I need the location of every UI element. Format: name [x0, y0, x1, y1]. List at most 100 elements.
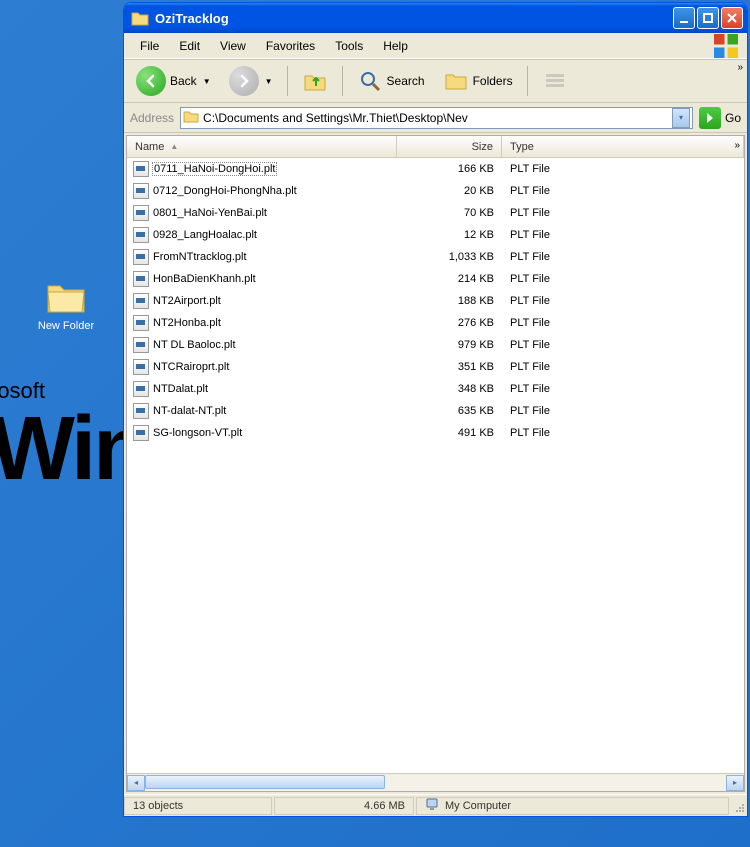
- file-icon: [133, 161, 149, 177]
- file-name: NT2Honba.plt: [153, 317, 221, 329]
- file-type: PLT File: [502, 317, 744, 329]
- column-header-size[interactable]: Size: [397, 136, 502, 157]
- close-button[interactable]: [721, 7, 743, 29]
- file-name-cell: 0801_HaNoi-YenBai.plt: [127, 205, 397, 221]
- file-row[interactable]: 0928_LangHoalac.plt12 KBPLT File: [127, 224, 744, 246]
- file-icon: [133, 271, 149, 287]
- forward-button[interactable]: ▼: [223, 62, 279, 100]
- file-type: PLT File: [502, 361, 744, 373]
- column-header-type[interactable]: Type: [502, 136, 744, 157]
- file-row[interactable]: FromNTtracklog.plt1,033 KBPLT File: [127, 246, 744, 268]
- file-icon: [133, 381, 149, 397]
- file-name-cell: NT2Airport.plt: [127, 293, 397, 309]
- status-bar: 13 objects 4.66 MB My Computer: [124, 794, 747, 816]
- file-type: PLT File: [502, 229, 744, 241]
- file-size: 214 KB: [397, 273, 502, 285]
- explorer-window: OziTracklog File Edit View Favorites Too…: [123, 2, 748, 817]
- menu-view[interactable]: View: [210, 36, 256, 56]
- go-label: Go: [725, 111, 741, 125]
- window-title: OziTracklog: [155, 11, 673, 26]
- file-type: PLT File: [502, 427, 744, 439]
- up-button[interactable]: [296, 64, 334, 98]
- menu-help[interactable]: Help: [373, 36, 418, 56]
- file-name-cell: 0712_DongHoi-PhongNha.plt: [127, 183, 397, 199]
- address-path: C:\Documents and Settings\Mr.Thiet\Deskt…: [203, 111, 668, 125]
- file-size: 20 KB: [397, 185, 502, 197]
- toolbar-separator: [342, 66, 343, 96]
- windows-flag-icon: [711, 35, 741, 57]
- menu-favorites[interactable]: Favorites: [256, 36, 325, 56]
- file-name-cell: NTCRairoprt.plt: [127, 359, 397, 375]
- file-list: Name ▲ Size Type » 0711_HaNoi-DongHoi.pl…: [126, 135, 745, 792]
- file-icon: [133, 359, 149, 375]
- horizontal-scrollbar[interactable]: ◂ ▸: [127, 773, 744, 791]
- file-type: PLT File: [502, 295, 744, 307]
- file-name: 0928_LangHoalac.plt: [153, 229, 257, 241]
- file-size: 979 KB: [397, 339, 502, 351]
- column-header-name[interactable]: Name ▲: [127, 136, 397, 157]
- file-name: FromNTtracklog.plt: [153, 251, 247, 263]
- status-objects: 13 objects: [124, 797, 272, 815]
- back-label: Back: [170, 74, 197, 88]
- file-size: 635 KB: [397, 405, 502, 417]
- back-button[interactable]: Back ▼: [130, 62, 217, 100]
- file-type: PLT File: [502, 383, 744, 395]
- file-row[interactable]: HonBaDienKhanh.plt214 KBPLT File: [127, 268, 744, 290]
- file-row[interactable]: 0712_DongHoi-PhongNha.plt 20 KBPLT File: [127, 180, 744, 202]
- file-row[interactable]: 0711_HaNoi-DongHoi.plt166 KBPLT File: [127, 158, 744, 180]
- file-name: 0712_DongHoi-PhongNha.plt: [153, 185, 297, 197]
- desktop-icon-new-folder[interactable]: New Folder: [26, 280, 106, 332]
- views-button[interactable]: [536, 64, 574, 98]
- file-icon: [133, 315, 149, 331]
- title-bar[interactable]: OziTracklog: [124, 3, 747, 33]
- scroll-thumb[interactable]: [145, 775, 385, 789]
- file-type: PLT File: [502, 185, 744, 197]
- views-icon: [542, 68, 568, 94]
- file-row[interactable]: NT-dalat-NT.plt635 KBPLT File: [127, 400, 744, 422]
- file-type: PLT File: [502, 207, 744, 219]
- menu-file[interactable]: File: [130, 36, 169, 56]
- file-name: NT2Airport.plt: [153, 295, 221, 307]
- scroll-left-button[interactable]: ◂: [127, 775, 145, 791]
- minimize-button[interactable]: [673, 7, 695, 29]
- file-row[interactable]: 0801_HaNoi-YenBai.plt 70 KBPLT File: [127, 202, 744, 224]
- status-location-label: My Computer: [445, 800, 511, 812]
- menu-tools[interactable]: Tools: [325, 36, 373, 56]
- file-size: 491 KB: [397, 427, 502, 439]
- column-name-label: Name: [135, 141, 164, 153]
- file-icon: [133, 337, 149, 353]
- search-icon: [357, 68, 383, 94]
- folders-button[interactable]: Folders: [437, 64, 519, 98]
- forward-arrow-icon: [229, 66, 259, 96]
- file-type: PLT File: [502, 163, 744, 175]
- go-button[interactable]: Go: [699, 107, 741, 129]
- resize-grip[interactable]: [731, 797, 747, 815]
- address-input[interactable]: C:\Documents and Settings\Mr.Thiet\Deskt…: [180, 107, 693, 129]
- file-name-cell: HonBaDienKhanh.plt: [127, 271, 397, 287]
- toolbar-separator: [287, 66, 288, 96]
- file-size: 348 KB: [397, 383, 502, 395]
- file-size: 1,033 KB: [397, 251, 502, 263]
- file-row[interactable]: NT2Airport.plt188 KBPLT File: [127, 290, 744, 312]
- scroll-track[interactable]: [145, 775, 726, 791]
- file-name: NTCRairoprt.plt: [153, 361, 229, 373]
- file-type: PLT File: [502, 273, 744, 285]
- menu-edit[interactable]: Edit: [169, 36, 210, 56]
- file-row[interactable]: NT2Honba.plt276 KBPLT File: [127, 312, 744, 334]
- file-name: 0801_HaNoi-YenBai.plt: [153, 207, 267, 219]
- search-button[interactable]: Search: [351, 64, 431, 98]
- file-name: NTDalat.plt: [153, 383, 208, 395]
- file-icon: [133, 425, 149, 441]
- address-dropdown-button[interactable]: ▾: [672, 108, 690, 128]
- file-row[interactable]: NT DL Baoloc.plt979 KBPLT File: [127, 334, 744, 356]
- file-name: SG-longson-VT.plt: [153, 427, 242, 439]
- scroll-right-button[interactable]: ▸: [726, 775, 744, 791]
- toolbar-overflow-icon[interactable]: »: [737, 62, 743, 73]
- maximize-button[interactable]: [697, 7, 719, 29]
- file-row[interactable]: NTDalat.plt 348 KBPLT File: [127, 378, 744, 400]
- file-row[interactable]: NTCRairoprt.plt351 KBPLT File: [127, 356, 744, 378]
- column-headers: Name ▲ Size Type: [127, 136, 744, 158]
- file-size: 70 KB: [397, 207, 502, 219]
- up-folder-icon: [302, 68, 328, 94]
- file-row[interactable]: SG-longson-VT.plt 491 KBPLT File: [127, 422, 744, 444]
